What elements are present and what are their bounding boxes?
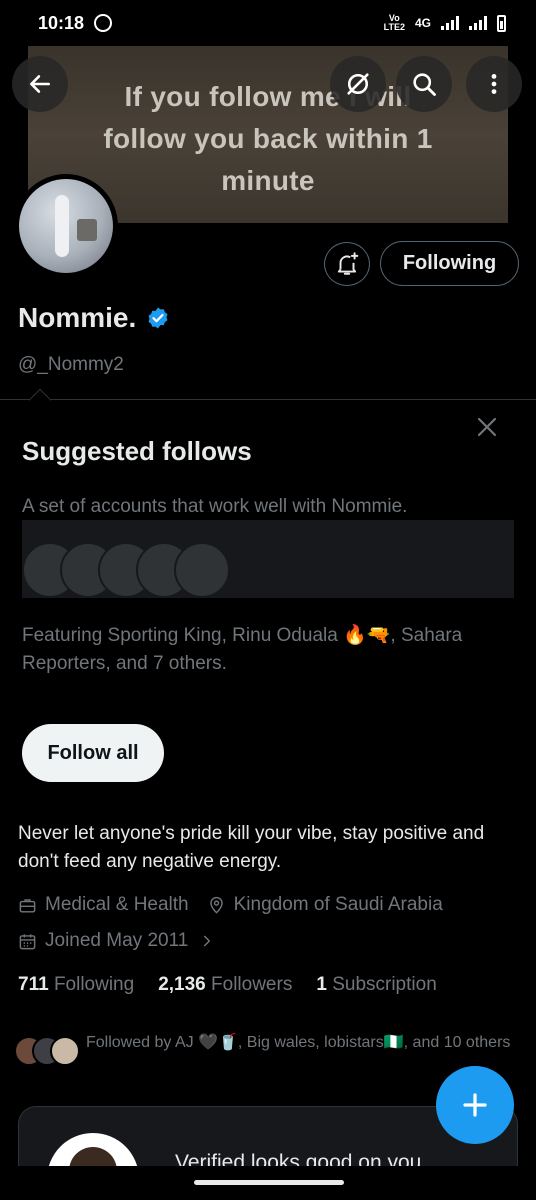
- suggested-follows-title: Suggested follows: [22, 436, 252, 466]
- back-button[interactable]: [12, 56, 68, 112]
- profile-bio: Never let anyone's pride kill your vibe,…: [18, 823, 485, 872]
- avatar-figure-detail: [77, 219, 97, 241]
- suggestion-caret: [28, 388, 52, 412]
- followers-stat[interactable]: 2,136 Followers: [158, 974, 292, 996]
- close-icon: [477, 417, 497, 437]
- following-label: Following: [53, 974, 135, 995]
- volte-indicator: Vo LTE2: [384, 14, 405, 32]
- profile-meta-row: Medical & Health Kingdom of Saudi Arabia: [18, 894, 443, 916]
- battery-icon: [497, 14, 506, 32]
- signal-icon: [441, 16, 459, 30]
- status-time: 10:18: [38, 12, 85, 33]
- bell-plus-icon: [337, 252, 359, 275]
- banner-line2: follow you back within 1: [103, 123, 433, 154]
- suggested-avatar-placeholder: [174, 542, 230, 598]
- profile-category: Medical & Health: [45, 894, 189, 915]
- location-pin-icon: [209, 896, 223, 914]
- gesture-handle[interactable]: [194, 1180, 344, 1185]
- more-vertical-icon: [491, 74, 497, 94]
- suggested-avatars-strip[interactable]: [22, 520, 514, 598]
- briefcase-icon: [19, 898, 36, 913]
- follow-all-button[interactable]: Follow all: [22, 724, 164, 782]
- grok-button[interactable]: [330, 56, 386, 112]
- follower-avatar: [50, 1036, 80, 1066]
- arrow-left-icon: [30, 75, 50, 93]
- suggested-featuring-text: Featuring Sporting King, Rinu Oduala 🔥🔫,…: [22, 625, 463, 674]
- display-name: Nommie.: [18, 302, 137, 333]
- subscriptions-label: Subscription: [332, 974, 437, 995]
- profile-location: Kingdom of Saudi Arabia: [233, 894, 443, 915]
- plus-icon: [463, 1093, 487, 1117]
- notifications-bell-button[interactable]: [324, 242, 370, 286]
- following-count: 711: [18, 974, 49, 995]
- status-indicators: Vo LTE2 4G: [384, 14, 506, 32]
- status-bar: 10:18 Vo LTE2 4G: [0, 0, 536, 46]
- grok-icon: [347, 73, 369, 95]
- avatar-image: [19, 179, 113, 273]
- profile-avatar[interactable]: [14, 174, 118, 278]
- volte-line2: LTE2: [383, 22, 405, 32]
- avatar-figure: [55, 195, 69, 257]
- close-suggestions-button[interactable]: [472, 412, 502, 442]
- section-divider: [0, 399, 536, 400]
- followed-by-text: Followed by AJ 🖤🥤, Big wales, lobistars🇳…: [86, 1034, 511, 1051]
- search-icon: [413, 73, 436, 96]
- compose-fab-button[interactable]: [436, 1066, 514, 1144]
- name-row: Nommie.: [18, 302, 170, 334]
- calendar-icon: [19, 933, 36, 949]
- whatsapp-icon: [94, 14, 113, 32]
- chevron-right-icon: [204, 935, 211, 947]
- network-type: 4G: [414, 16, 431, 30]
- search-button[interactable]: [396, 56, 452, 112]
- followers-count: 2,136: [158, 974, 206, 995]
- profile-joined-row[interactable]: Joined May 2011: [18, 930, 214, 952]
- more-button[interactable]: [466, 56, 522, 112]
- following-button[interactable]: Following: [380, 241, 519, 286]
- subscriptions-stat[interactable]: 1 Subscription: [316, 974, 436, 996]
- profile-stats: 711 Following 2,136 Followers 1 Subscrip…: [18, 974, 461, 996]
- followers-label: Followers: [211, 974, 293, 995]
- following-stat[interactable]: 711 Following: [18, 974, 134, 996]
- suggested-follows-subtitle: A set of accounts that work well with No…: [22, 496, 408, 517]
- subscriptions-count: 1: [316, 974, 327, 995]
- profile-handle: @_Nommy2: [18, 354, 124, 375]
- profile-joined-date: Joined May 2011: [45, 930, 189, 951]
- verified-badge-icon[interactable]: [146, 306, 170, 330]
- signal-icon-2: [469, 16, 487, 30]
